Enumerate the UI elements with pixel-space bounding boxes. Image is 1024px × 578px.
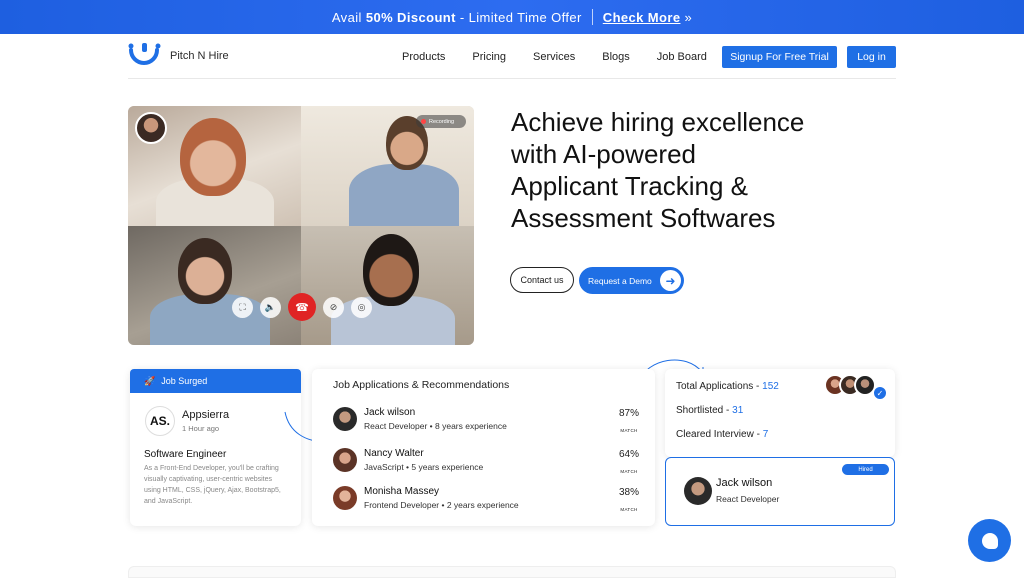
- applicant-meta: JavaScript • 5 years experience: [364, 462, 483, 472]
- checkmark-icon: ✓: [873, 386, 887, 400]
- settings-icon[interactable]: ◎: [351, 297, 372, 318]
- end-call-icon[interactable]: ☎: [288, 293, 316, 321]
- avatar: [684, 477, 712, 505]
- promo-banner: Avail 50% Discount - Limited Time Offer …: [0, 0, 1024, 34]
- signup-button[interactable]: Signup For Free Trial: [722, 46, 837, 68]
- recording-indicator: Recording: [416, 115, 466, 128]
- company-logo: AS.: [145, 406, 175, 436]
- participant-tile-3: [128, 226, 301, 345]
- match-percent: 64%: [619, 449, 639, 460]
- match-label: MATCH: [620, 469, 637, 474]
- applications-title: Job Applications & Recommendations: [333, 379, 509, 391]
- shortlisted-value: 31: [732, 405, 743, 416]
- hired-role: React Developer: [716, 494, 779, 504]
- hero-title-line: Achieve hiring excellence: [511, 106, 871, 138]
- match-score: 38% MATCH: [619, 487, 639, 516]
- request-demo-button[interactable]: Request a Demo ➜: [579, 267, 684, 294]
- top-navigation: Pitch N Hire Products Pricing Services B…: [128, 34, 896, 79]
- request-demo-label: Request a Demo: [588, 276, 652, 286]
- match-score: 64% MATCH: [619, 449, 639, 478]
- banner-discount: 50% Discount: [366, 10, 456, 25]
- total-applications-value: 152: [762, 381, 779, 392]
- cleared-interview-label: Cleared Interview -: [676, 429, 760, 440]
- match-label: MATCH: [620, 428, 637, 433]
- recording-label: Recording: [429, 119, 454, 125]
- job-role: Software Engineer: [144, 449, 226, 460]
- menu-item-services[interactable]: Services: [533, 51, 575, 63]
- applications-card: Job Applications & Recommendations Jack …: [312, 369, 655, 526]
- applicant-meta: Frontend Developer • 2 years experience: [364, 500, 519, 510]
- main-menu: Products Pricing Services Blogs Job Boar…: [402, 34, 707, 79]
- cleared-interview: Cleared Interview - 7: [676, 429, 768, 440]
- menu-item-products[interactable]: Products: [402, 51, 445, 63]
- menu-item-pricing[interactable]: Pricing: [472, 51, 506, 63]
- logo-text: Pitch N Hire: [170, 50, 229, 62]
- shortlisted: Shortlisted - 31: [676, 405, 743, 416]
- total-applications-label: Total Applications -: [676, 381, 759, 392]
- job-surged-header: 🚀 Job Surged: [130, 369, 301, 393]
- cleared-interview-value: 7: [763, 429, 769, 440]
- banner-divider: [592, 9, 593, 25]
- list-item[interactable]: Jack wilson React Developer • 8 years ex…: [333, 405, 639, 435]
- match-percent: 38%: [619, 487, 639, 498]
- rocket-icon: 🚀: [144, 376, 155, 387]
- video-call-image: Recording ⛶ 🔈 ☎ ⊘ ◎: [128, 106, 474, 345]
- avatar-stack: [831, 374, 876, 396]
- double-chevron-right-icon: »: [680, 10, 692, 25]
- logo[interactable]: Pitch N Hire: [128, 43, 229, 69]
- hired-card: Hired Jack wilson React Developer: [665, 457, 895, 526]
- list-item[interactable]: Nancy Walter JavaScript • 5 years experi…: [333, 446, 639, 476]
- camera-off-icon[interactable]: ⊘: [323, 297, 344, 318]
- fullscreen-icon[interactable]: ⛶: [232, 297, 253, 318]
- speaker-icon[interactable]: 🔈: [260, 297, 281, 318]
- check-more-link[interactable]: Check More: [603, 10, 681, 25]
- posted-time: 1 Hour ago: [182, 424, 219, 433]
- avatar: [333, 407, 357, 431]
- menu-item-job-board[interactable]: Job Board: [657, 51, 707, 63]
- job-surged-card: 🚀 Job Surged AS. Appsierra 1 Hour ago So…: [130, 369, 301, 526]
- match-score: 87% MATCH: [619, 408, 639, 437]
- menu-item-blogs[interactable]: Blogs: [602, 51, 630, 63]
- logo-icon: [128, 43, 162, 69]
- hero-title-line: Assessment Softwares: [511, 202, 871, 234]
- contact-us-button[interactable]: Contact us: [510, 267, 574, 293]
- record-dot-icon: [421, 119, 426, 124]
- chat-bubble-icon: [982, 533, 998, 549]
- arrow-right-icon: ➜: [660, 270, 681, 291]
- hired-name: Jack wilson: [716, 477, 772, 489]
- job-surged-label: Job Surged: [161, 376, 207, 386]
- applicant-name: Jack wilson: [364, 407, 415, 418]
- list-item[interactable]: Monisha Massey Frontend Developer • 2 ye…: [333, 484, 639, 514]
- avatar: [333, 486, 357, 510]
- next-section-edge: [128, 566, 896, 578]
- banner-prefix: Avail: [332, 10, 362, 25]
- hero-title-line: Applicant Tracking &: [511, 170, 871, 202]
- stats-card: Total Applications - 152 Shortlisted - 3…: [665, 369, 895, 457]
- login-button[interactable]: Log in: [847, 46, 896, 68]
- company-name: Appsierra: [182, 409, 229, 421]
- match-label: MATCH: [620, 507, 637, 512]
- hired-badge: Hired: [842, 464, 889, 475]
- applicant-name: Nancy Walter: [364, 448, 424, 459]
- total-applications: Total Applications - 152: [676, 381, 779, 392]
- job-description: As a Front-End Developer, you'll be craf…: [144, 463, 289, 507]
- call-controls: ⛶ 🔈 ☎ ⊘ ◎: [232, 293, 372, 321]
- hero-title: Achieve hiring excellence with AI-powere…: [511, 106, 871, 234]
- participant-tile-4: [301, 226, 474, 345]
- match-percent: 87%: [619, 408, 639, 419]
- hero-title-line: with AI-powered: [511, 138, 871, 170]
- shortlisted-label: Shortlisted -: [676, 405, 729, 416]
- self-view-avatar: [135, 112, 167, 144]
- chat-widget-button[interactable]: [968, 519, 1011, 562]
- avatar: [333, 448, 357, 472]
- applicant-name: Monisha Massey: [364, 486, 439, 497]
- applicant-meta: React Developer • 8 years experience: [364, 421, 507, 431]
- banner-suffix: - Limited Time Offer: [460, 10, 582, 25]
